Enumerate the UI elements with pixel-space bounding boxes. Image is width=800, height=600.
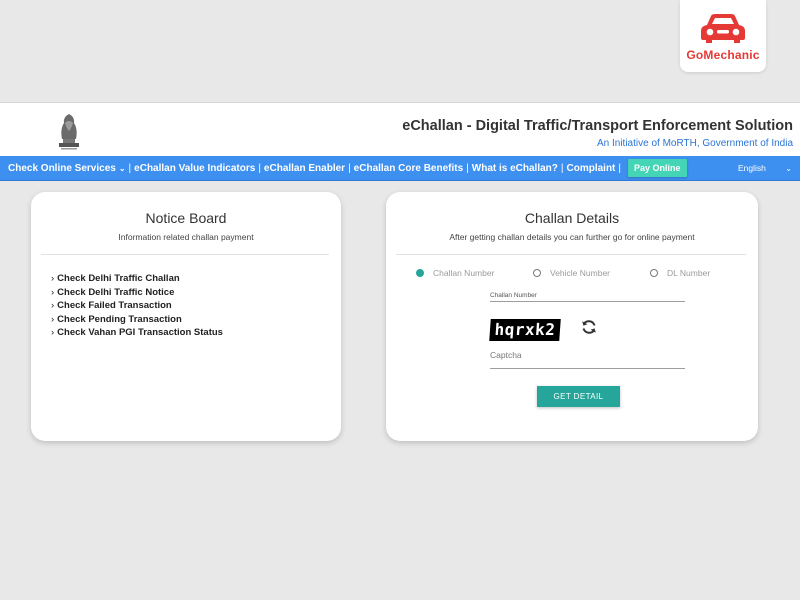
- language-select[interactable]: English ⌄: [738, 156, 796, 180]
- challan-details-title: Challan Details: [524, 210, 620, 226]
- radio-selected-icon: [416, 269, 424, 277]
- chevron-right-icon: ›: [51, 313, 55, 325]
- nav-core-benefits[interactable]: eChallan Core Benefits: [354, 163, 463, 174]
- radio-dl-number[interactable]: DL Number: [650, 268, 710, 278]
- site-header: eChallan - Digital Traffic/Transport Enf…: [0, 102, 800, 157]
- challan-details-card: Challan Details After getting challan de…: [386, 192, 758, 441]
- chevron-right-icon: ›: [51, 300, 55, 311]
- national-emblem-icon: [59, 114, 79, 150]
- nav-complaint[interactable]: Complaint: [567, 163, 616, 174]
- radio-vehicle-number[interactable]: Vehicle Number: [533, 268, 610, 278]
- car-icon: [701, 14, 745, 43]
- captcha-input[interactable]: [490, 368, 685, 369]
- refresh-icon[interactable]: [581, 319, 597, 335]
- nav-what-is-echallan[interactable]: What is eChallan?: [472, 163, 558, 174]
- pay-online-button[interactable]: Pay Online: [628, 159, 687, 177]
- chevron-right-icon: ›: [51, 273, 55, 284]
- notice-link[interactable]: › Check Pending Transaction: [51, 313, 223, 327]
- site-subtitle: An Initiative of MoRTH, Government of In…: [596, 138, 793, 149]
- search-type-radio-group: Challan Number Vehicle Number DL Number: [416, 268, 746, 282]
- main-navbar: Check Online Services ⌄ | eChallan Value …: [0, 156, 800, 181]
- brand-name: GoMechanic: [686, 48, 760, 62]
- notice-board-card: Notice Board Information related challan…: [31, 192, 341, 441]
- notice-link[interactable]: › Check Delhi Traffic Notice: [51, 286, 223, 300]
- divider: [396, 254, 746, 255]
- notice-link[interactable]: › Check Vahan PGI Transaction Status: [51, 326, 223, 340]
- chevron-down-icon: ⌄: [118, 163, 126, 173]
- gomechanic-logo: GoMechanic: [680, 0, 766, 72]
- chevron-down-icon: ⌄: [785, 163, 792, 173]
- captcha-image: hqrxk2: [489, 319, 561, 341]
- captcha-label: Captcha: [490, 350, 522, 360]
- notice-board-subtitle: Information related challan payment: [118, 232, 254, 242]
- chevron-right-icon: ›: [51, 286, 55, 298]
- notice-link[interactable]: › Check Delhi Traffic Challan: [51, 272, 223, 286]
- radio-empty-icon: [533, 269, 541, 277]
- challan-details-subtitle: After getting challan details you can fu…: [449, 232, 695, 242]
- language-value: English: [738, 163, 766, 173]
- notice-links: › Check Delhi Traffic Challan › Check Delh…: [51, 272, 223, 340]
- radio-challan-number[interactable]: Challan Number: [416, 268, 494, 278]
- radio-empty-icon: [650, 269, 658, 277]
- chevron-right-icon: ›: [51, 327, 55, 338]
- nav-echallan-enabler[interactable]: eChallan Enabler: [264, 163, 345, 174]
- challan-number-label: Challan Number: [490, 292, 537, 299]
- nav-check-online-services[interactable]: Check Online Services ⌄: [8, 163, 126, 174]
- get-detail-button[interactable]: GET DETAIL: [537, 386, 620, 407]
- divider: [41, 254, 329, 255]
- nav-value-indicators[interactable]: eChallan Value Indicators: [134, 163, 255, 174]
- challan-number-input[interactable]: [490, 301, 685, 302]
- notice-link[interactable]: › Check Failed Transaction: [51, 299, 223, 313]
- notice-board-title: Notice Board: [145, 210, 227, 226]
- site-title: eChallan - Digital Traffic/Transport Enf…: [402, 118, 793, 134]
